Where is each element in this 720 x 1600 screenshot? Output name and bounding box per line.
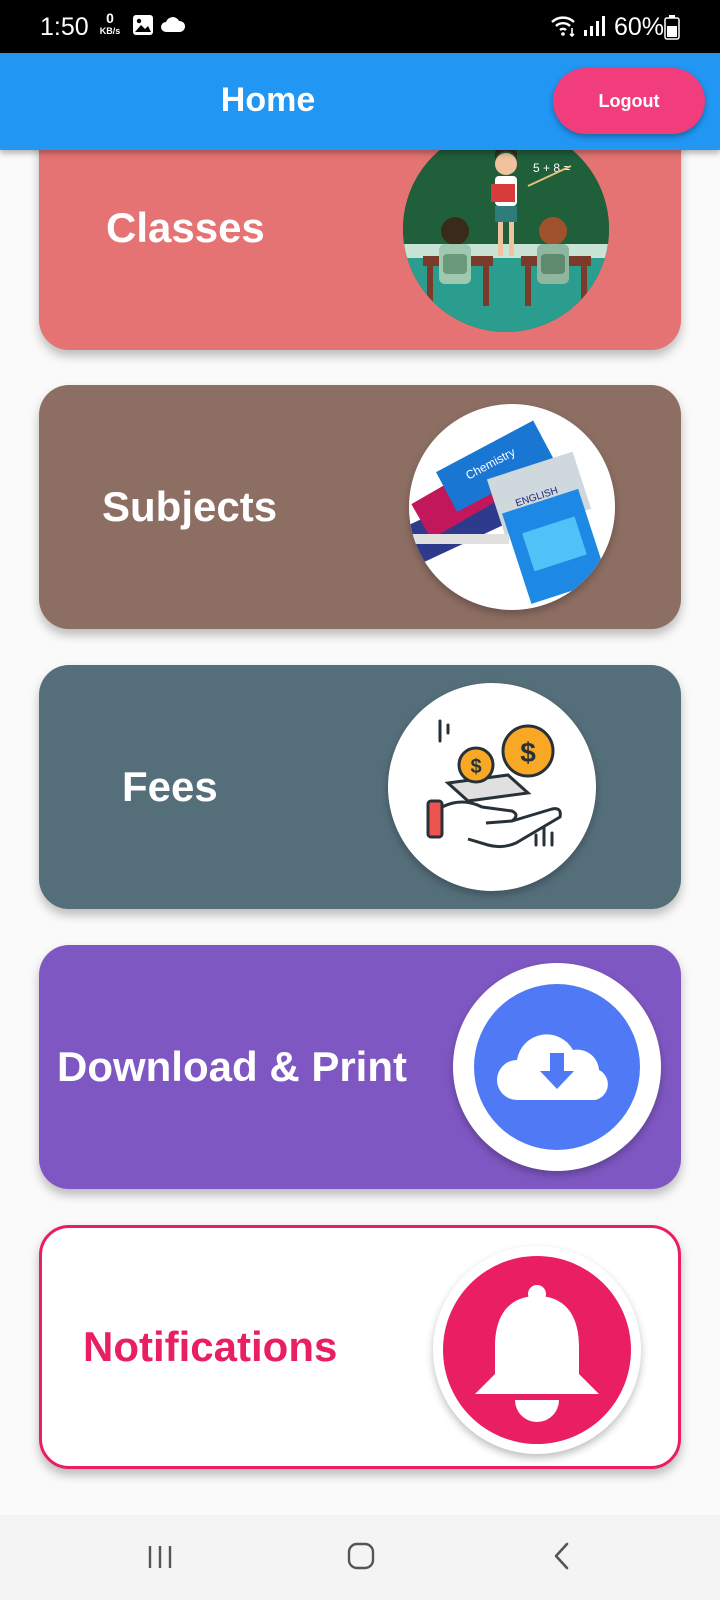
hand-with-coins-icon: $ $ [426, 719, 562, 849]
fees-card[interactable]: Fees $ $ [39, 665, 681, 909]
cloud-icon [161, 17, 186, 32]
subjects-label: Subjects [102, 483, 278, 530]
fees-label: Fees [122, 763, 218, 810]
subjects-card[interactable]: Subjects Chemistry ENGLISH [39, 385, 681, 629]
notifications-label: Notifications [83, 1323, 338, 1370]
download-image [453, 963, 661, 1171]
status-bar: 1:50 0 KB/s 60% [0, 0, 720, 53]
textbooks-stack-photo: Chemistry ENGLISH [409, 420, 608, 604]
teacher-classroom-illustration: 5 + 8 = [403, 126, 609, 332]
download-print-card[interactable]: Download & Print [39, 945, 681, 1189]
wifi-icon [551, 16, 575, 38]
download-print-label: Download & Print [57, 1043, 407, 1090]
network-speed: 0 KB/s [97, 10, 123, 36]
fees-image: $ $ [388, 683, 596, 891]
status-time: 1:50 [40, 13, 89, 41]
app-bar: Home Logout [0, 53, 720, 150]
battery-percent: 60% [614, 13, 665, 41]
notifications-card[interactable]: Notifications [39, 1225, 681, 1469]
logout-button[interactable]: Logout [553, 68, 705, 134]
svg-text:$: $ [520, 737, 536, 768]
network-speed-value: 0 [106, 10, 114, 26]
gallery-icon [133, 15, 153, 35]
page-title: Home [220, 81, 316, 119]
network-speed-unit: KB/s [99, 26, 121, 36]
notifications-image [433, 1246, 641, 1454]
signal-icon [584, 16, 605, 36]
svg-text:$: $ [470, 756, 481, 778]
cloud-download-icon [474, 984, 640, 1150]
classes-image: 5 + 8 = [403, 126, 609, 332]
battery-icon [664, 15, 680, 40]
home-icon[interactable] [346, 1541, 376, 1571]
bell-icon [443, 1256, 631, 1444]
recent-apps-icon[interactable] [146, 1543, 174, 1571]
system-nav-bar [0, 1515, 720, 1600]
classes-label: Classes [106, 204, 265, 251]
back-icon[interactable] [551, 1541, 573, 1571]
subjects-image: Chemistry ENGLISH [409, 404, 615, 610]
